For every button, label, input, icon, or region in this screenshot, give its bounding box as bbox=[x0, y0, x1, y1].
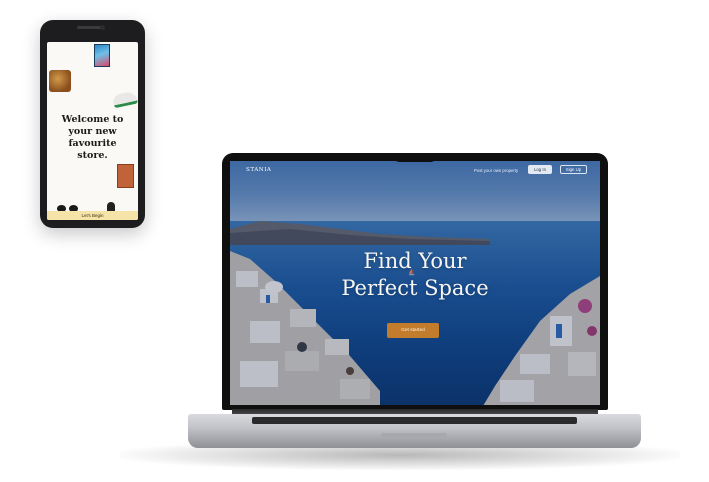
signup-button[interactable]: Sign Up bbox=[560, 165, 587, 174]
phone-welcome-title: Welcome to your new favourite store. bbox=[61, 114, 124, 161]
phone-speaker bbox=[76, 26, 103, 29]
laptop-keyboard bbox=[252, 417, 577, 424]
hero-title: Find Your Perfect Space bbox=[341, 249, 489, 300]
get-started-button[interactable]: Get started bbox=[387, 323, 439, 338]
basket-image bbox=[49, 70, 71, 92]
phone-screen: Welcome to your new favourite store. Let… bbox=[47, 42, 138, 220]
magazine-image bbox=[94, 44, 110, 67]
site-nav: STANIA Post your own property Log In Sig… bbox=[230, 161, 600, 179]
laptop-base bbox=[188, 414, 641, 448]
laptop-lid: ⛵ STANIA Post your own property Log In S… bbox=[222, 153, 608, 410]
book-image bbox=[117, 164, 134, 188]
sneaker-image bbox=[111, 90, 138, 109]
laptop-screen: ⛵ STANIA Post your own property Log In S… bbox=[230, 161, 600, 405]
phone-camera bbox=[100, 25, 105, 30]
phone-mockup: Welcome to your new favourite store. Let… bbox=[40, 20, 145, 228]
laptop-notch bbox=[394, 153, 436, 162]
list-property-link[interactable]: Post your own property bbox=[474, 168, 518, 173]
laptop-trackpad-edge bbox=[381, 433, 447, 437]
phone-begin-button[interactable]: Let's Begin bbox=[47, 211, 138, 220]
site-logo[interactable]: STANIA bbox=[246, 167, 271, 173]
login-button[interactable]: Log In bbox=[528, 165, 552, 174]
